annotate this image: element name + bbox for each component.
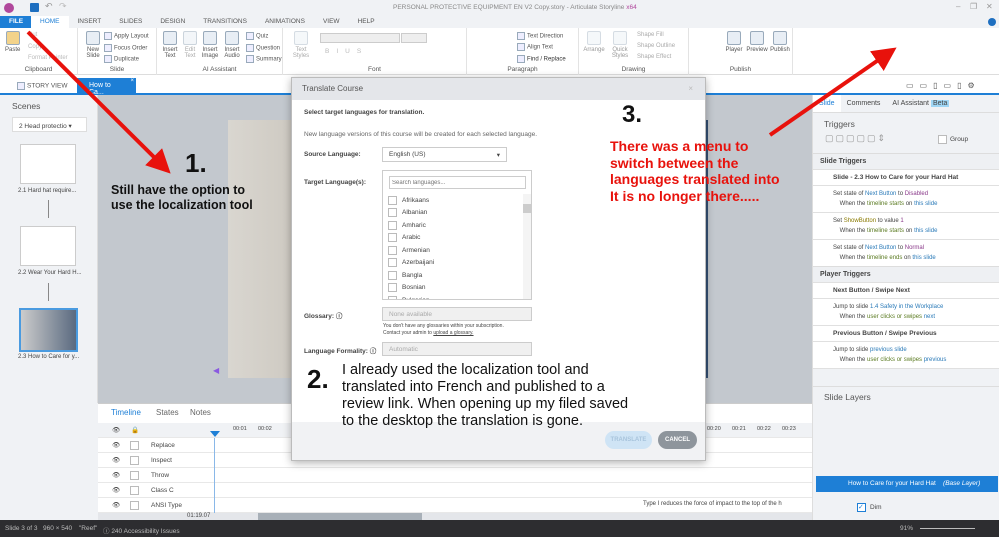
arrow-3	[768, 47, 897, 137]
annotation-arrows	[26, 30, 897, 174]
arrow-1	[26, 30, 171, 174]
